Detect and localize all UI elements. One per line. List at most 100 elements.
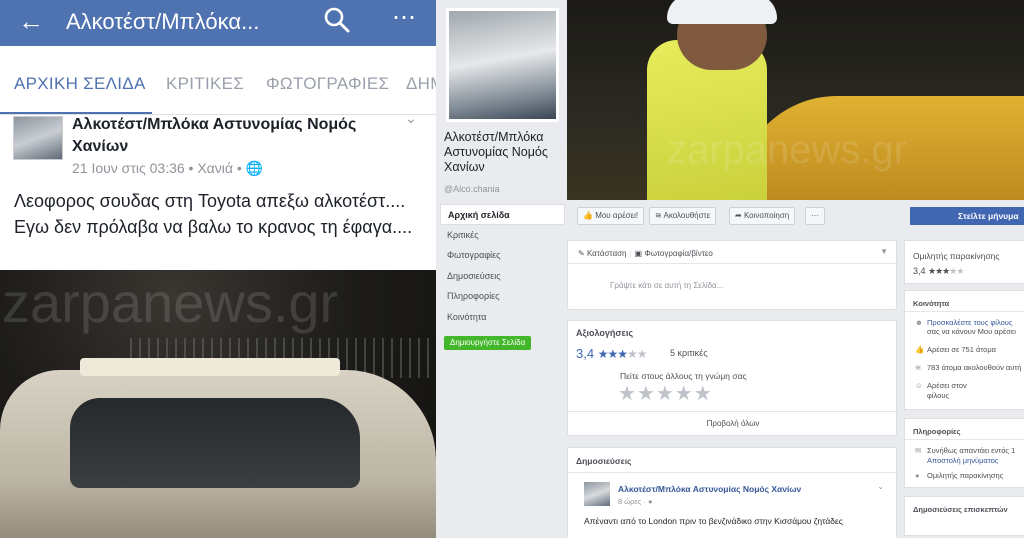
share-label: Κοινοποίηση	[743, 211, 790, 220]
post-avatar[interactable]	[584, 482, 610, 506]
composer-tabs: ✎ Κατάσταση | ▣ Φωτογραφία/βίντεο	[578, 249, 713, 258]
reviews-count[interactable]: 5 κριτικές	[670, 348, 708, 358]
like-button[interactable]: 👍 Μου αρέσει!	[577, 207, 645, 225]
post-time: 8 ώρες · ●	[618, 497, 653, 506]
more-options-icon[interactable]: ⋯	[392, 3, 417, 32]
photo-icon: ▣	[634, 249, 645, 258]
sidebar-page-name[interactable]: Αλκοτέστ/Μπλόκα Αστυνομίας Νομός Χανίων	[444, 130, 564, 175]
left-sidebar: Αλκοτέστ/Μπλόκα Αστυνομίας Νομός Χανίων …	[436, 0, 567, 538]
officer-cap	[667, 0, 777, 24]
mobile-tabs: ΑΡΧΙΚΗ ΣΕΛΙΔΑ ΚΡΙΤΙΚΕΣ ΦΩΤΟΓΡΑΦΙΕΣ ΔΗΜ	[0, 60, 436, 112]
see-all-reviews-link[interactable]: Προβολή όλων	[568, 419, 898, 428]
profile-picture[interactable]	[446, 8, 559, 122]
globe-icon: 🌐	[245, 160, 264, 176]
post-time-label[interactable]: 8 ώρες	[618, 497, 641, 506]
rating-score: 3,4 ★★★★★	[576, 346, 647, 361]
desktop-screenshot: Αλκοτέστ/Μπλόκα Αστυνομίας Νομός Χανίων …	[436, 0, 1024, 538]
post-photo[interactable]: zarpanews.gr	[0, 270, 436, 538]
divider	[568, 263, 898, 264]
page-name[interactable]: Αλκοτέστ/Μπλόκα Αστυνομίας Νομός Χανίων	[72, 114, 392, 158]
community-title: Κοινότητα	[913, 299, 950, 308]
page-avatar[interactable]	[13, 116, 63, 160]
send-message-button[interactable]: Στείλτε μήνυμα	[910, 207, 1024, 225]
follow-label: Ακολουθήστε	[663, 211, 711, 220]
sidebar-item-posts[interactable]: Δημοσιεύσεις	[440, 266, 565, 287]
reviews-card: Αξιολογήσεις 3,4 ★★★★★ 5 κριτικές Πείτε …	[567, 320, 898, 436]
post-text: Λεοφορος σουδας στη Toyota απεξω αλκοτέσ…	[14, 191, 413, 237]
like-label: Μου αρέσει!	[595, 211, 639, 220]
thumbs-up-icon: 👍	[583, 211, 596, 220]
divider	[905, 439, 1024, 440]
invite-friends-link[interactable]: Προσκαλέστε τους φίλους	[927, 318, 1012, 327]
post-author[interactable]: Αλκοτέστ/Μπλόκα Αστυνομίας Νομός Χανίων	[618, 484, 801, 494]
info-title: Πληροφορίες	[913, 427, 961, 436]
photo-watermark: zarpanews.gr	[2, 271, 339, 334]
sidebar-item-photos[interactable]: Φωτογραφίες	[440, 245, 565, 266]
send-message-label[interactable]: Αποστολή μηνύματος	[927, 456, 998, 465]
chevron-down-icon[interactable]: ▼	[880, 247, 888, 256]
tab-photos[interactable]: ΦΩΤΟΓΡΑΦΙΕΣ	[266, 74, 389, 94]
cover-watermark: zarpanews.gr	[667, 128, 908, 172]
pencil-icon: ✎	[578, 249, 587, 258]
composer-input[interactable]: Γράψτε κάτι σε αυτή τη Σελίδα...	[610, 281, 723, 290]
likes-count[interactable]: Αρέσει σε 751 άτομα	[927, 345, 996, 354]
tab-home[interactable]: ΑΡΧΙΚΗ ΣΕΛΙΔΑ	[14, 74, 146, 94]
divider	[568, 411, 898, 412]
empty-star-input-icon[interactable]: ★★★★★	[618, 381, 713, 406]
post-body: Απέναντι από το London πριν το βενζινάδι…	[584, 516, 843, 526]
community-card: Κοινότητα ☻ Προσκαλέστε τους φίλους σας ν…	[904, 290, 1024, 410]
star-rating-icon: ★★★★★	[928, 266, 964, 276]
info-card: Πληροφορίες ✉ Συνήθως απαντάει εντός 1 Απ…	[904, 418, 1024, 488]
likes-row: 👍 Αρέσει σε 751 άτομα	[915, 345, 996, 354]
posts-title: Δημοσιεύσεις	[576, 456, 632, 466]
chevron-down-icon[interactable]: ⌄	[405, 110, 417, 127]
tab-posts[interactable]: ΔΗΜ	[406, 74, 436, 94]
follow-button[interactable]: ≋ Ακολουθήστε	[649, 207, 717, 225]
friends-icon: ☺	[915, 381, 923, 390]
response-score-value: 3,4	[913, 266, 926, 276]
post-meta: 21 Ιουν στις 03:36 • Χανιά • 🌐	[72, 160, 263, 177]
mobile-header-title: Αλκοτέστ/Μπλόκα...	[66, 9, 260, 34]
cover-photo[interactable]: zarpanews.gr	[567, 0, 1024, 200]
tab-reviews[interactable]: ΚΡΙΤΙΚΕΣ	[166, 74, 244, 94]
chevron-down-icon[interactable]: ⌄	[877, 482, 884, 491]
thumbs-up-icon: 👍	[915, 345, 925, 354]
dot-separator: •	[188, 160, 198, 176]
post-date[interactable]: 21 Ιουν στις 03:36	[72, 160, 185, 176]
more-button[interactable]: ···	[805, 207, 825, 225]
sidebar-nav: Αρχική σελίδα Κριτικές Φωτογραφίες Δημοσ…	[440, 204, 565, 327]
create-page-button[interactable]: Δημιουργήστε Σελίδα	[444, 336, 532, 350]
invite-friends-row[interactable]: ☻ Προσκαλέστε τους φίλους	[915, 318, 1012, 327]
composer-photo-tab[interactable]: Φωτογραφία/βίντεο	[644, 249, 713, 258]
talk-row: ● Ομιλητής παρακίνησης	[915, 471, 1003, 480]
rss-icon: ≋	[915, 363, 922, 372]
search-icon[interactable]	[322, 5, 352, 35]
sidebar-item-community[interactable]: Κοινότητα	[440, 307, 565, 328]
reply-row: ✉ Συνήθως απαντάει εντός 1	[915, 446, 1015, 455]
share-button[interactable]: ➦ Κοινοποίηση	[729, 207, 796, 225]
visitor-posts-card: Δημοσιεύσεις επισκεπτών	[904, 496, 1024, 536]
friends-row: ☺ Αρέσει στον	[915, 381, 967, 390]
response-card: Ομιλητής παρακίνησης 3,4 ★★★★★	[904, 240, 1024, 284]
friends-line2[interactable]: φίλους	[927, 391, 949, 400]
send-message-link[interactable]: Αποστολή μηνύματος	[927, 456, 998, 465]
reply-time: Συνήθως απαντάει εντός 1	[927, 446, 1016, 455]
post-location[interactable]: Χανιά	[197, 160, 233, 176]
mobile-top-bar: ← Αλκοτέστ/Μπλόκα... ⋯	[0, 0, 436, 46]
friends-line1: Αρέσει στον	[927, 381, 967, 390]
visitor-posts-title: Δημοσιεύσεις επισκεπτών	[913, 505, 1008, 514]
back-arrow-icon[interactable]: ←	[18, 6, 44, 36]
composer-status-tab[interactable]: Κατάσταση	[587, 249, 627, 258]
sidebar-item-home[interactable]: Αρχική σελίδα	[440, 204, 565, 225]
people-icon: ☻	[915, 318, 923, 327]
sidebar-item-reviews[interactable]: Κριτικές	[440, 225, 565, 246]
invite-subtext: σας να κάνουν Μου αρέσει	[927, 327, 1016, 336]
follows-row: ≋ 783 άτομα ακολουθούν αυτή	[915, 363, 1021, 372]
windshield	[70, 398, 360, 488]
share-arrow-icon: ➦	[735, 211, 744, 220]
globe-icon: ●	[648, 497, 653, 506]
follows-count[interactable]: 783 άτομα ακολουθούν αυτή	[927, 363, 1021, 372]
page-handle[interactable]: @Alco.chania	[444, 184, 500, 194]
sidebar-item-info[interactable]: Πληροφορίες	[440, 286, 565, 307]
divider	[905, 311, 1024, 312]
